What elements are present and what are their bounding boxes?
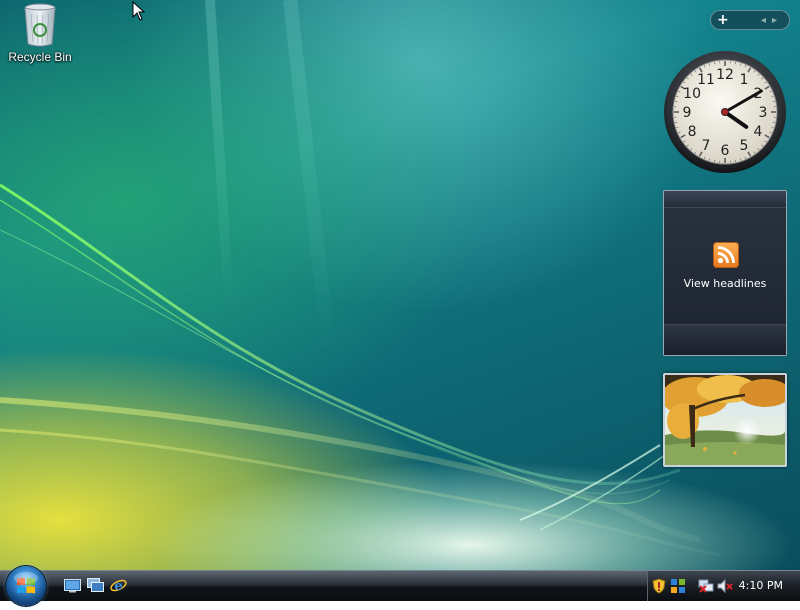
mouse-cursor-icon <box>132 1 146 21</box>
start-button[interactable] <box>6 566 46 606</box>
taskbar: e 4:10 PM <box>0 570 800 601</box>
slideshow-photo <box>665 375 785 465</box>
clock-numeral: 12 <box>716 67 734 83</box>
feed-headlines-gadget[interactable]: View headlines <box>663 190 787 356</box>
next-page-button[interactable]: ▸ <box>772 15 783 26</box>
show-desktop-icon[interactable] <box>64 578 81 593</box>
volume-muted-icon[interactable] <box>717 578 733 594</box>
system-tray: 4:10 PM <box>647 571 800 601</box>
clock-numeral: 4 <box>753 124 762 140</box>
svg-text:e: e <box>114 579 122 593</box>
sidebar-toolbar: + ◂▸ <box>710 10 790 30</box>
clock-gadget[interactable]: 121234567891011 <box>663 50 787 174</box>
clock-numeral: 6 <box>721 143 730 159</box>
clock-numeral: 8 <box>688 124 697 140</box>
internet-explorer-icon[interactable]: e <box>110 578 127 593</box>
clock-numeral: 3 <box>759 105 768 121</box>
gadget-footer-strip <box>664 324 786 355</box>
clock-numeral: 10 <box>683 86 701 102</box>
windows-start-orb <box>6 566 46 606</box>
clock-numeral: 1 <box>740 72 749 88</box>
add-gadget-button[interactable]: + <box>717 12 729 28</box>
slideshow-gadget[interactable] <box>663 373 787 467</box>
desktop-background[interactable]: Recycle Bin + ◂▸ <box>0 0 800 570</box>
network-disconnected-icon[interactable] <box>698 578 714 594</box>
clock-numeral: 7 <box>702 138 711 154</box>
windows-update-icon[interactable] <box>670 578 686 594</box>
rss-icon <box>713 242 739 268</box>
recycle-bin-label: Recycle Bin <box>8 50 71 64</box>
recycle-bin-icon <box>22 2 58 48</box>
view-headlines-link[interactable]: View headlines <box>664 277 786 290</box>
recycle-bin-shortcut[interactable]: Recycle Bin <box>6 2 74 72</box>
clock-numeral: 11 <box>697 72 715 88</box>
clock-numeral: 5 <box>740 138 749 154</box>
taskbar-clock[interactable]: 4:10 PM <box>739 579 783 592</box>
clock-numeral: 9 <box>683 105 692 121</box>
security-shield-icon[interactable] <box>652 578 666 594</box>
switch-windows-icon[interactable] <box>87 578 104 593</box>
previous-page-button[interactable]: ◂ <box>761 15 772 26</box>
clock-face: 121234567891011 <box>663 50 787 174</box>
gadget-header-strip <box>664 191 786 208</box>
